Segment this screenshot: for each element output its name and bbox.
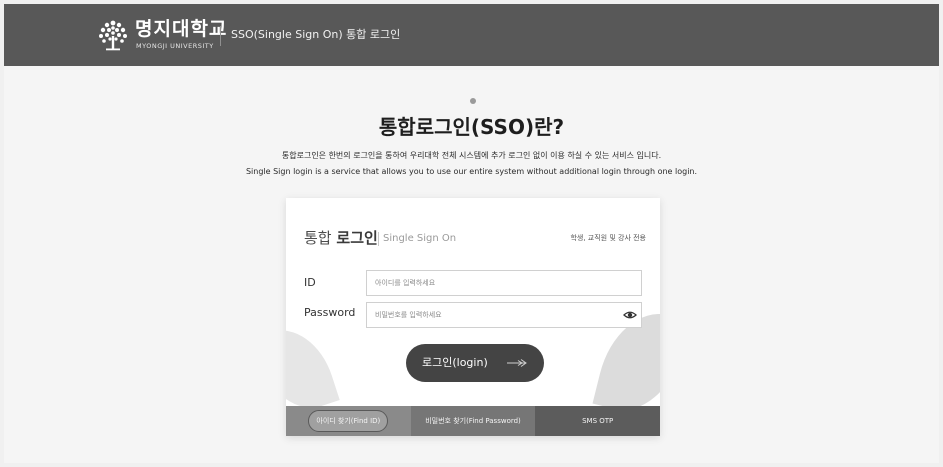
title-divider	[378, 232, 379, 246]
description-korean: 통합로그인은 한번의 로그인을 통하여 우리대학 전체 시스템에 추가 로그인 …	[281, 151, 662, 160]
login-card: 통합 로그인 Single Sign On 학생, 교직원 및 강사 전용 ID…	[286, 198, 660, 436]
decorative-dot	[470, 98, 476, 104]
find-password-tab[interactable]: 비밀번호 찾기(Find Password)	[410, 406, 536, 436]
login-title-light: 통합	[304, 229, 332, 247]
header-bar: 명지대학교 MYONGJI UNIVERSITY SSO(Single Sign…	[4, 4, 939, 66]
find-id-tab-label: 아이디 찾기(Find ID)	[308, 410, 389, 432]
find-password-tab-label: 비밀번호 찾기(Find Password)	[425, 417, 521, 425]
id-input[interactable]	[366, 270, 642, 296]
login-card-title: 통합 로그인	[304, 228, 378, 248]
header-title: SSO(Single Sign On) 통합 로그인	[231, 28, 401, 41]
sms-otp-tab-label: SMS OTP	[582, 417, 614, 425]
password-input[interactable]	[366, 302, 642, 328]
find-id-tab[interactable]: 아이디 찾기(Find ID)	[286, 406, 411, 436]
decorative-leaf-left	[286, 318, 340, 420]
header-divider	[220, 26, 221, 46]
login-card-subtitle: Single Sign On	[383, 233, 457, 244]
sms-otp-tab[interactable]: SMS OTP	[535, 406, 660, 436]
eye-icon[interactable]	[623, 308, 637, 322]
page: 명지대학교 MYONGJI UNIVERSITY SSO(Single Sign…	[4, 4, 939, 463]
id-label: ID	[304, 276, 316, 289]
tree-logo-icon[interactable]	[96, 18, 130, 52]
brand-name-korean[interactable]: 명지대학교	[135, 18, 227, 40]
account-help-tabs: 아이디 찾기(Find ID) 비밀번호 찾기(Find Password) S…	[286, 406, 660, 436]
description-english: Single Sign login is a service that allo…	[245, 167, 698, 176]
page-title: 통합로그인(SSO)란?	[378, 115, 565, 139]
login-button-label: 로그인(login)	[422, 356, 488, 369]
brand-name-english[interactable]: MYONGJI UNIVERSITY	[136, 42, 214, 50]
login-audience-note: 학생, 교직원 및 강사 전용	[570, 234, 646, 242]
password-label: Password	[304, 306, 356, 319]
arrow-right-icon	[507, 359, 527, 367]
login-title-bold: 로그인	[336, 229, 378, 247]
login-button[interactable]: 로그인(login)	[406, 344, 544, 382]
